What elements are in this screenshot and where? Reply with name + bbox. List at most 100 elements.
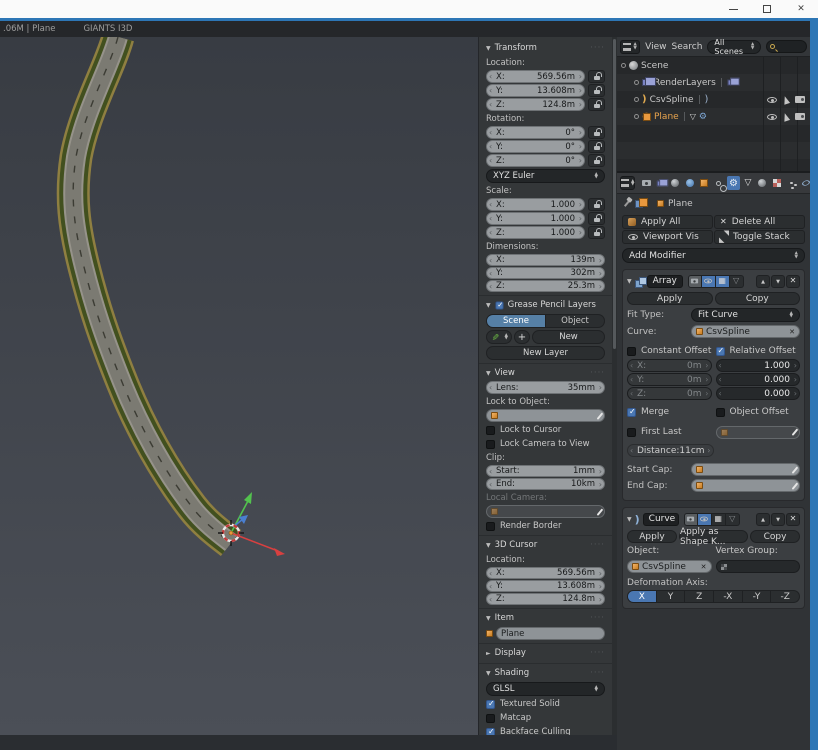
- outliner-search-menu[interactable]: Search: [672, 42, 703, 52]
- close-button[interactable]: [784, 0, 818, 18]
- relative-offset-checkbox[interactable]: [716, 347, 725, 356]
- merge-checkbox[interactable]: [627, 408, 636, 417]
- array-render-toggle[interactable]: [688, 275, 702, 288]
- selectable-cursor-icon[interactable]: [782, 95, 790, 104]
- tab-constraints[interactable]: [712, 176, 725, 190]
- shading-mode-dropdown[interactable]: GLSL: [486, 682, 605, 696]
- tab-render[interactable]: [640, 176, 653, 190]
- viewport-vis-button[interactable]: Viewport Vis: [622, 230, 713, 244]
- array-modifier-header[interactable]: Array: [627, 273, 800, 289]
- scale-z-field[interactable]: Z:1.000: [486, 226, 585, 239]
- panel-drag-dots[interactable]: ····: [590, 540, 605, 550]
- tab-particles[interactable]: [785, 176, 798, 190]
- lock-object-field[interactable]: [486, 409, 605, 422]
- clear-x-icon[interactable]: [701, 562, 707, 572]
- lock-rotation-z-button[interactable]: [588, 154, 605, 167]
- outliner-search-input[interactable]: [766, 40, 807, 53]
- scale-y-field[interactable]: Y:1.000: [486, 212, 585, 225]
- tab-texture[interactable]: [770, 176, 783, 190]
- road-object[interactable]: [73, 37, 231, 543]
- axis-x-button[interactable]: X: [627, 590, 657, 603]
- renderable-camera-icon[interactable]: [795, 96, 805, 103]
- panel-drag-dots[interactable]: ····: [590, 648, 605, 658]
- panel-drag-dots[interactable]: ····: [590, 368, 605, 378]
- array-move-down-button[interactable]: [771, 275, 785, 288]
- local-camera-field[interactable]: [486, 505, 605, 518]
- expander-dot-icon[interactable]: [634, 97, 639, 102]
- constant-z-field[interactable]: Z:0m: [627, 387, 712, 400]
- lock-rotation-x-button[interactable]: [588, 126, 605, 139]
- eyedropper-icon[interactable]: [791, 482, 797, 489]
- cursor-x-field[interactable]: X:569.56m: [486, 567, 605, 579]
- array-apply-button[interactable]: Apply: [627, 292, 713, 305]
- visibility-eye-icon[interactable]: [767, 114, 777, 120]
- constant-x-field[interactable]: X:0m: [627, 359, 712, 372]
- offset-object-field[interactable]: [716, 426, 801, 439]
- panel-display-header[interactable]: Display ····: [486, 646, 605, 660]
- rotation-z-field[interactable]: Z:0°: [486, 154, 585, 167]
- lock-rotation-y-button[interactable]: [588, 140, 605, 153]
- array-curve-field[interactable]: CsvSpline: [691, 325, 800, 338]
- curve-delete-button[interactable]: [786, 513, 800, 526]
- location-z-field[interactable]: Z:124.8m: [486, 98, 585, 111]
- tab-modifiers[interactable]: [727, 176, 740, 190]
- vertex-group-field[interactable]: [716, 560, 801, 573]
- curve-name-field[interactable]: Curve: [643, 513, 679, 526]
- outliner-row-plane[interactable]: Plane: [617, 108, 810, 125]
- relative-z-field[interactable]: 0.000: [716, 387, 801, 400]
- array-viewport-toggle[interactable]: [702, 275, 716, 288]
- breadcrumb-object-name[interactable]: Plane: [668, 199, 693, 209]
- panel-shading-header[interactable]: Shading ····: [486, 666, 605, 680]
- tab-object-data[interactable]: [741, 176, 754, 190]
- add-modifier-dropdown[interactable]: Add Modifier: [622, 248, 805, 263]
- editor-type-button[interactable]: [620, 176, 635, 190]
- panel-view-header[interactable]: View ····: [486, 366, 605, 380]
- tab-render-layers[interactable]: [654, 176, 667, 190]
- array-name-field[interactable]: Array: [647, 275, 683, 288]
- lens-field[interactable]: Lens:35mm: [486, 381, 605, 394]
- expander-dot-icon[interactable]: [634, 114, 639, 119]
- first-last-checkbox[interactable]: [627, 428, 636, 437]
- delete-all-button[interactable]: Delete All: [714, 215, 805, 229]
- curve-move-down-button[interactable]: [771, 513, 785, 526]
- gpencil-checkbox[interactable]: [495, 301, 503, 309]
- lock-location-z-button[interactable]: [588, 98, 605, 111]
- minimize-button[interactable]: [716, 0, 750, 18]
- constant-y-field[interactable]: Y:0m: [627, 373, 712, 386]
- expander-dot-icon[interactable]: [634, 80, 639, 85]
- axis-y-button[interactable]: Y: [657, 590, 686, 603]
- curve-apply-button[interactable]: Apply: [627, 530, 677, 543]
- gpencil-add-button[interactable]: [514, 330, 530, 344]
- location-x-field[interactable]: X:569.56m: [486, 70, 585, 83]
- panel-drag-dots[interactable]: ····: [590, 613, 605, 623]
- clear-x-icon[interactable]: [789, 327, 795, 337]
- dimension-z-field[interactable]: Z:25.3m: [486, 280, 605, 292]
- axis-neg-z-button[interactable]: -Z: [771, 590, 800, 603]
- tab-scene[interactable]: Scene: [486, 314, 546, 328]
- editor-type-button[interactable]: [620, 40, 640, 54]
- lock-to-cursor-checkbox[interactable]: [486, 426, 495, 435]
- curve-cage-toggle[interactable]: [726, 513, 740, 526]
- panel-transform-header[interactable]: Transform ····: [486, 41, 605, 55]
- render-border-checkbox[interactable]: [486, 522, 495, 531]
- axis-z-button[interactable]: Z: [685, 590, 714, 603]
- cursor-z-field[interactable]: Z:124.8m: [486, 593, 605, 605]
- menu-giants-i3d[interactable]: GIANTS I3D: [83, 24, 132, 34]
- constant-offset-checkbox[interactable]: [627, 347, 636, 356]
- curve-viewport-toggle[interactable]: [698, 513, 712, 526]
- maximize-button[interactable]: [750, 0, 784, 18]
- relative-y-field[interactable]: 0.000: [716, 373, 801, 386]
- tab-object[interactable]: [698, 176, 711, 190]
- expander-dot-icon[interactable]: [621, 63, 626, 68]
- new-layer-button[interactable]: New Layer: [486, 346, 605, 360]
- dimension-x-field[interactable]: X:139m: [486, 254, 605, 266]
- panel-gpencil-header[interactable]: Grease Pencil Layers: [486, 298, 605, 312]
- relative-x-field[interactable]: 1.000: [716, 359, 801, 372]
- curve-apply-shape-button[interactable]: Apply as Shape K...: [679, 530, 748, 543]
- array-editmode-toggle[interactable]: [716, 275, 730, 288]
- tab-world[interactable]: [683, 176, 696, 190]
- scale-x-field[interactable]: X:1.000: [486, 198, 585, 211]
- start-cap-field[interactable]: [691, 463, 800, 476]
- 3d-viewport[interactable]: Transform ···· Location: X:569.56m Y:13.…: [0, 37, 617, 735]
- transform-manipulator[interactable]: [231, 492, 285, 556]
